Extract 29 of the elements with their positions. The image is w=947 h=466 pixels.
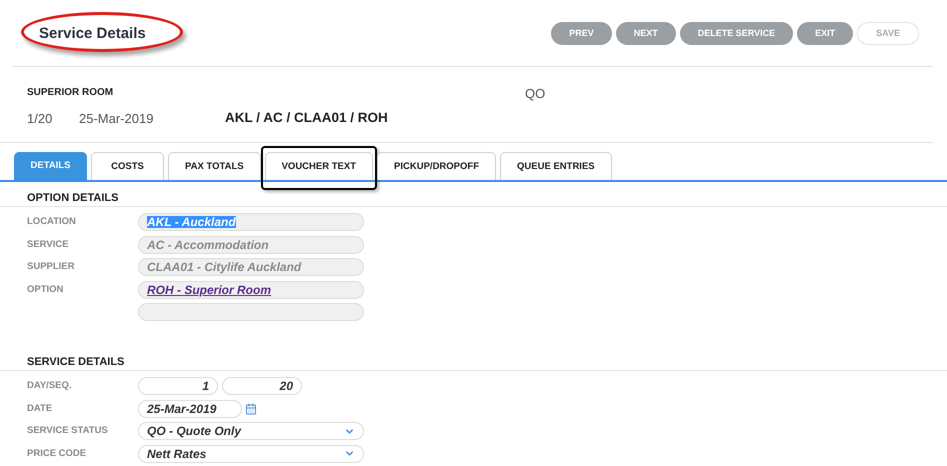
option-field[interactable]: ROH - Superior Room — [138, 280, 364, 298]
tab[interactable]: QUEUE ENTRIES — [500, 152, 612, 180]
field-label: PRICE CODE — [27, 448, 86, 458]
service-name: SUPERIOR ROOM — [27, 88, 114, 98]
tab[interactable]: COSTS — [91, 152, 164, 180]
select-field[interactable]: QO - Quote Only — [138, 422, 364, 440]
service-date: 25-Mar-2019 — [79, 112, 154, 124]
service-code: AKL / AC / CLAA01 / ROH — [225, 111, 388, 125]
status-code: QO — [525, 86, 546, 100]
field-label: DATE — [27, 404, 52, 414]
tab[interactable]: PICKUP/DROPOFF — [377, 152, 496, 180]
tab[interactable]: VOUCHER TEXT — [264, 152, 374, 180]
day-sequence: 1/20 — [27, 112, 54, 124]
number-field[interactable]: 20 — [222, 377, 302, 395]
field-label: SERVICE STATUS — [27, 426, 108, 436]
field-label: DAY/SEQ. — [27, 381, 72, 391]
empty-field[interactable] — [138, 303, 364, 321]
section-heading: SERVICE DETAILS — [27, 356, 124, 368]
tab[interactable]: PAX TOTALS — [168, 152, 261, 180]
select-field[interactable]: Nett Rates — [138, 444, 364, 462]
field-label: SERVICE — [27, 240, 69, 250]
date-field[interactable]: 25-Mar-2019 — [138, 400, 242, 418]
page-title: Service Details — [39, 26, 146, 40]
number-field[interactable]: 1 — [138, 377, 218, 395]
field-label: SUPPLIER — [27, 262, 75, 272]
calendar-icon[interactable] — [245, 402, 257, 414]
section-heading: OPTION DETAILS — [27, 192, 118, 204]
field-label: LOCATION — [27, 217, 76, 227]
field-label: OPTION — [27, 284, 64, 294]
